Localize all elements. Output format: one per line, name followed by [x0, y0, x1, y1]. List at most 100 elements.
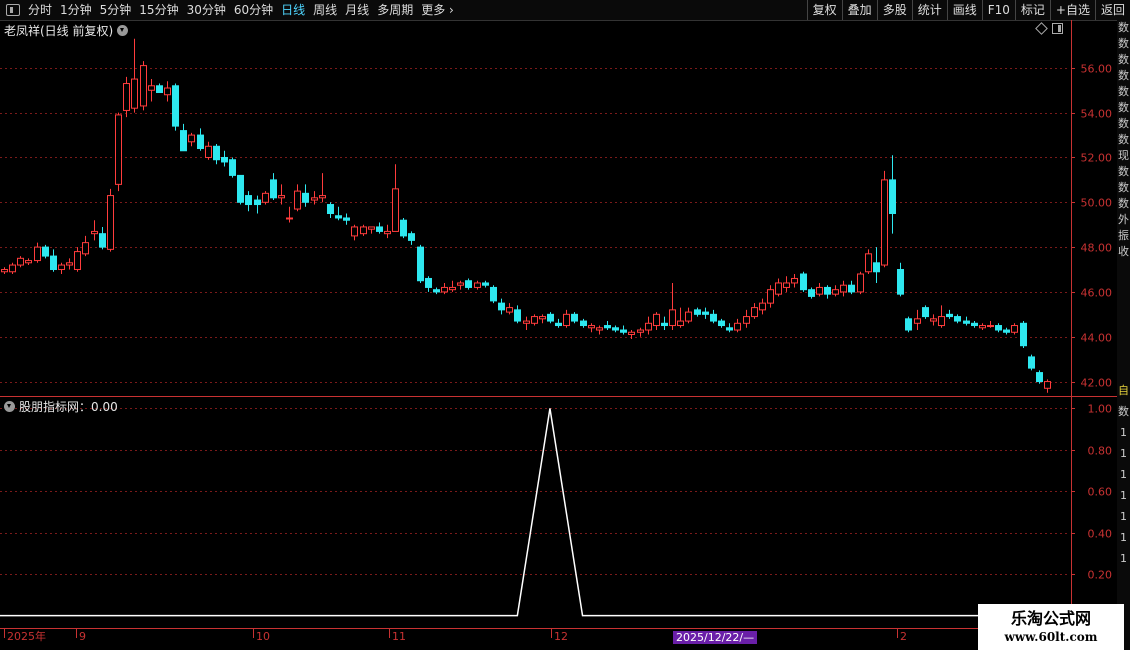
indicator-title[interactable]: 股朋指标网：0.00 — [4, 398, 118, 415]
chevron-down-icon[interactable] — [4, 401, 15, 412]
period-daily[interactable]: 日线 — [277, 0, 309, 20]
y-tick-label: 54.00 — [1081, 108, 1113, 121]
add-watchlist-button[interactable]: +自选 — [1049, 0, 1095, 20]
candle-body — [1036, 372, 1043, 383]
candle-body — [58, 264, 65, 271]
candle — [294, 184, 301, 212]
y-tick-label: 48.00 — [1081, 242, 1113, 255]
panel-toggle-icon[interactable] — [6, 4, 20, 16]
candle-body — [791, 277, 798, 284]
back-button[interactable]: 返回 — [1094, 0, 1130, 20]
sidebar-label-lower: 1 — [1120, 489, 1127, 502]
draw-line-button[interactable]: 画线 — [946, 0, 982, 20]
candle-body — [197, 134, 204, 150]
period-monthly[interactable]: 月线 — [341, 0, 373, 20]
right-sidebar: 数数数数数数数数现数数数外振收自数1111111 — [1117, 20, 1130, 650]
candle — [865, 249, 872, 274]
candle — [42, 244, 49, 259]
candle-body — [17, 257, 24, 266]
candle-body — [718, 320, 725, 327]
candle — [531, 314, 538, 326]
period-weekly[interactable]: 周线 — [309, 0, 341, 20]
period-60min[interactable]: 60分钟 — [230, 0, 277, 20]
candle-body — [783, 282, 790, 288]
candle — [408, 231, 415, 245]
candle — [800, 271, 807, 292]
overlay-button[interactable]: 叠加 — [841, 0, 877, 20]
candle — [767, 285, 774, 308]
candle-body — [734, 322, 741, 331]
candle-body — [857, 273, 864, 293]
candle-body — [417, 246, 424, 282]
x-tick-label: 2 — [900, 630, 907, 643]
candle — [74, 247, 81, 272]
candle — [620, 325, 627, 335]
chart-title[interactable]: 老凤祥(日线 前复权) — [4, 22, 129, 39]
period-15min[interactable]: 15分钟 — [135, 0, 182, 20]
period-fenshi[interactable]: 分时 — [24, 0, 56, 20]
candle — [229, 157, 236, 178]
candle — [180, 123, 187, 152]
indicator-series-line — [0, 408, 1070, 617]
candle-body — [824, 286, 831, 295]
candle-body — [188, 134, 195, 143]
candle — [612, 325, 619, 333]
candle — [319, 173, 326, 203]
stats-button[interactable]: 统计 — [911, 0, 947, 20]
panel-split-icon[interactable] — [1052, 23, 1063, 34]
candle — [824, 285, 831, 299]
candle — [954, 314, 961, 324]
candle-body — [294, 190, 301, 210]
indicator-y-tick-label: 0.40 — [1088, 528, 1113, 541]
mark-button[interactable]: 标记 — [1014, 0, 1050, 20]
candle-body — [1028, 356, 1035, 369]
candle — [474, 280, 481, 290]
f10-button[interactable]: F10 — [981, 0, 1015, 20]
fuquan-button[interactable]: 复权 — [806, 0, 842, 20]
candle-body — [221, 156, 228, 163]
candle-body — [408, 233, 415, 241]
candle-body — [1020, 322, 1027, 347]
candle-body — [751, 307, 758, 318]
period-multi[interactable]: 多周期 — [373, 0, 417, 20]
candle — [99, 226, 106, 250]
candle-body — [229, 159, 236, 176]
y-tick-label: 56.00 — [1081, 63, 1113, 76]
candle — [848, 280, 855, 295]
candle-body — [474, 282, 481, 288]
candle — [286, 206, 293, 223]
candle — [123, 76, 130, 118]
candle-body — [164, 87, 171, 96]
candle-body — [91, 230, 98, 235]
chart-title-text: 老凤祥(日线 前复权) — [4, 24, 114, 38]
chart-canvas[interactable]: 56.00 54.00 52.00 50.00 48.00 46.00 44.00 42.00… — [0, 20, 1117, 650]
candle — [400, 217, 407, 239]
multi-stock-button[interactable]: 多股 — [876, 0, 912, 20]
candle-body — [286, 217, 293, 220]
candle — [506, 303, 513, 315]
period-5min[interactable]: 5分钟 — [96, 0, 136, 20]
sidebar-label: 数 — [1118, 69, 1129, 82]
candle-body — [351, 226, 358, 237]
sidebar-label: 收 — [1118, 245, 1129, 258]
chevron-down-icon[interactable] — [117, 25, 129, 36]
candle — [547, 312, 554, 324]
candle-body — [905, 318, 912, 331]
period-1min[interactable]: 1分钟 — [56, 0, 96, 20]
candle — [710, 309, 717, 324]
candle — [1020, 321, 1027, 348]
sidebar-label-lower: 数 — [1118, 405, 1129, 418]
candle-body — [914, 318, 921, 324]
candle — [1044, 379, 1051, 393]
diamond-icon[interactable] — [1035, 22, 1048, 35]
candle — [808, 287, 815, 299]
candle — [938, 305, 945, 328]
candle-body — [213, 145, 220, 161]
period-30min[interactable]: 30分钟 — [183, 0, 230, 20]
candle-body — [694, 309, 701, 315]
period-more[interactable]: 更多 › — [417, 0, 458, 20]
candle-body — [865, 253, 872, 273]
candle-body — [775, 282, 782, 295]
candle-body — [571, 313, 578, 322]
y-tick-label: 42.00 — [1081, 377, 1113, 390]
